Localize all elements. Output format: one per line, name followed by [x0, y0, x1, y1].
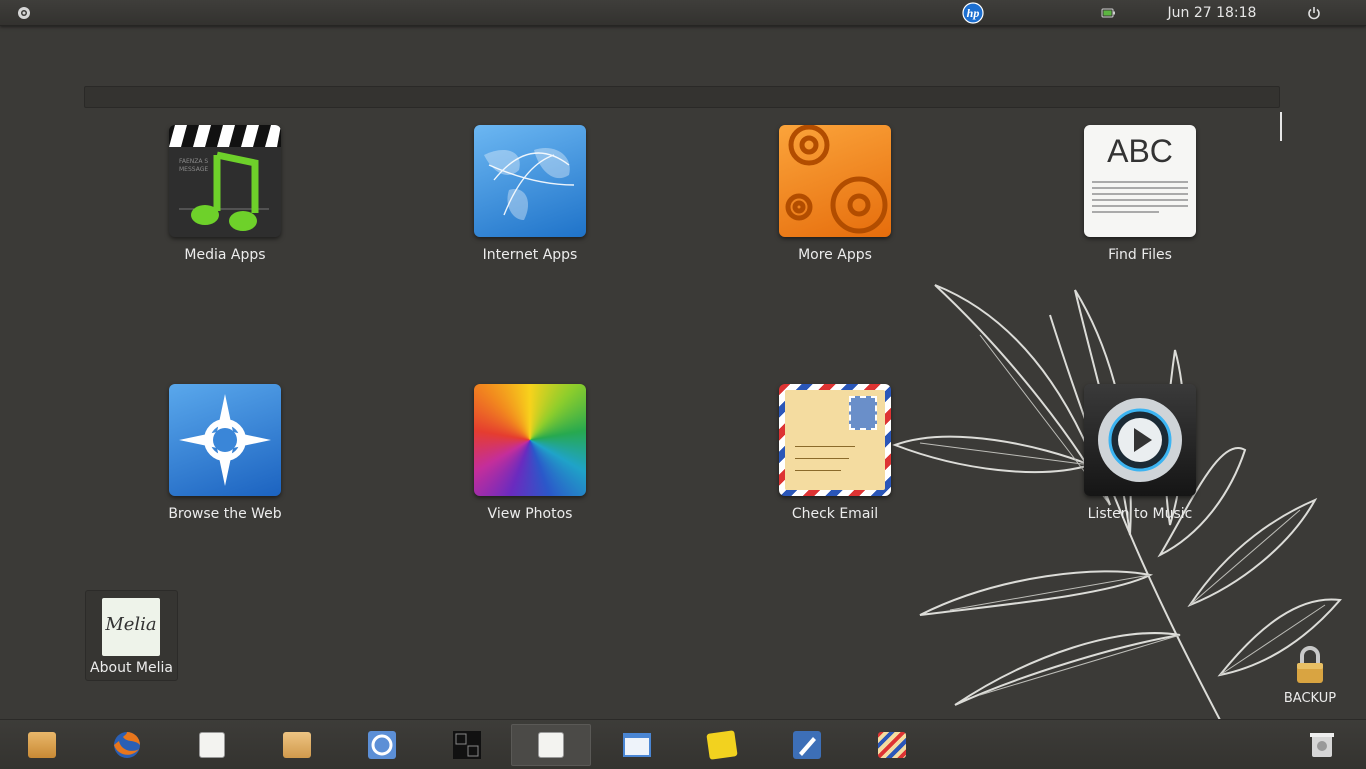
app-more-apps[interactable]: More Apps: [735, 125, 935, 275]
firefox-icon[interactable]: [87, 724, 167, 766]
melia-logo-icon: Melia: [102, 598, 160, 656]
more-apps-icon: [779, 125, 891, 237]
trash-icon[interactable]: [1282, 724, 1362, 766]
window-icon[interactable]: [597, 724, 677, 766]
app-find-files[interactable]: ABC Find Files: [1040, 125, 1240, 275]
app-media-apps[interactable]: FAENZA S MESSAGE Media Apps: [125, 125, 325, 275]
svg-text:MESSAGE: MESSAGE: [179, 166, 208, 173]
dock: [0, 719, 1366, 769]
app-check-email[interactable]: Check Email: [735, 384, 935, 534]
app-label: Find Files: [1108, 247, 1172, 263]
svg-text:hp: hp: [967, 6, 980, 20]
clock[interactable]: Jun 27 18:18: [1160, 0, 1264, 25]
internet-apps-icon: [474, 125, 586, 237]
writer-icon[interactable]: [767, 724, 847, 766]
ubuntu-menu-icon[interactable]: [12, 0, 36, 25]
listen-music-icon: [1084, 384, 1196, 496]
abc-text: ABC: [1107, 133, 1173, 169]
svg-text:FAENZA S: FAENZA S: [179, 158, 208, 165]
backup-label: BACKUP: [1283, 691, 1337, 706]
app-label: View Photos: [487, 506, 573, 522]
home-folder-icon[interactable]: [2, 724, 82, 766]
text-editor-icon[interactable]: [172, 724, 252, 766]
check-email-icon: [779, 384, 891, 496]
search-input[interactable]: [84, 86, 1280, 108]
app-label: Browse the Web: [168, 506, 282, 522]
app-view-photos[interactable]: View Photos: [430, 384, 630, 534]
top-panel: hp Jun 27 18:18: [0, 0, 1366, 26]
about-melia-label: About Melia: [90, 660, 173, 676]
app-label: More Apps: [798, 247, 872, 263]
app-internet-apps[interactable]: Internet Apps: [430, 125, 630, 275]
backup-button[interactable]: BACKUP: [1280, 645, 1340, 709]
app-label: Listen to Music: [1087, 506, 1193, 522]
app-browse-web[interactable]: Browse the Web: [125, 384, 325, 534]
terminal-icon[interactable]: [427, 724, 507, 766]
chromium-icon[interactable]: [342, 724, 422, 766]
files-folder-icon[interactable]: [257, 724, 337, 766]
find-files-icon: ABC: [1084, 125, 1196, 237]
sticky-notes-icon[interactable]: [682, 724, 762, 766]
app-label: Check Email: [791, 506, 879, 522]
battery-icon[interactable]: [1098, 0, 1118, 25]
about-melia-button[interactable]: Melia About Melia: [85, 590, 178, 681]
padlock-icon: [1297, 646, 1323, 683]
power-icon[interactable]: [1304, 0, 1324, 25]
scrollbar[interactable]: [1280, 112, 1282, 141]
app-listen-music[interactable]: Listen to Music: [1040, 384, 1240, 534]
notepad-icon[interactable]: [511, 724, 591, 766]
view-photos-icon: [474, 384, 586, 496]
hp-logo[interactable]: hp: [960, 0, 986, 25]
mail-icon[interactable]: [852, 724, 932, 766]
media-apps-icon: FAENZA S MESSAGE: [169, 125, 281, 237]
app-label: Internet Apps: [482, 247, 578, 263]
browse-web-icon: [169, 384, 281, 496]
app-label: Media Apps: [184, 247, 266, 263]
